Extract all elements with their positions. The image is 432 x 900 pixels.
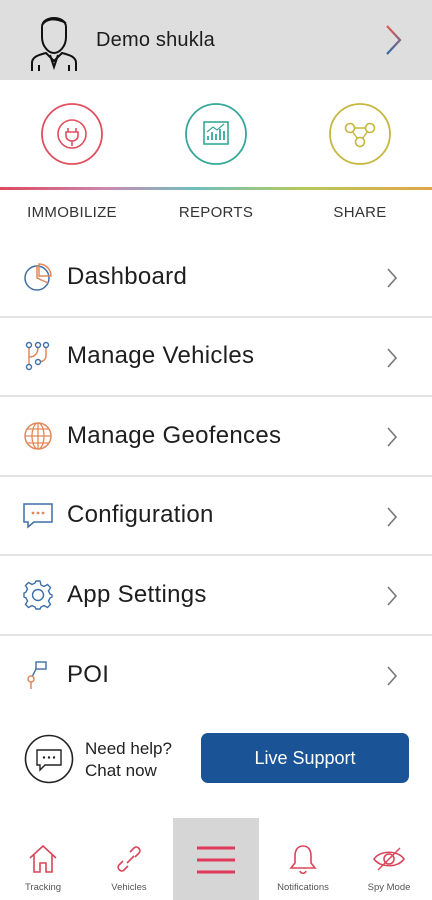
menu-item-dashboard[interactable]: Dashboard — [0, 238, 432, 318]
nav-menu[interactable] — [173, 818, 259, 900]
share-icon — [329, 103, 391, 165]
menu-item-app-settings[interactable]: App Settings — [0, 556, 432, 636]
reports-chart-icon — [185, 103, 247, 165]
immobilize-label: IMMOBILIZE — [27, 204, 117, 221]
main-menu: Dashboard Manage Vehicles Manage Geofenc… — [0, 238, 432, 715]
nav-notifications[interactable]: Notifications — [260, 818, 346, 900]
menu-item-poi[interactable]: POI — [0, 636, 432, 716]
globe-icon — [24, 422, 52, 450]
nav-label-vehicles: Vehicles — [111, 882, 147, 893]
menu-item-manage-geofences[interactable]: Manage Geofences — [0, 397, 432, 477]
help-line-2: Chat now — [85, 761, 157, 780]
eye-icon — [373, 847, 405, 871]
bell-icon — [289, 845, 317, 875]
menu-label-configuration: Configuration — [67, 501, 214, 529]
menu-label-dashboard: Dashboard — [67, 262, 188, 290]
chevron-right-icon — [387, 268, 398, 288]
user-avatar-icon — [31, 17, 77, 71]
chevron-right-icon — [387, 506, 398, 527]
chevron-right-icon — [387, 427, 398, 447]
nav-label-spy-mode: Spy Mode — [367, 882, 411, 893]
nav-label-tracking: Tracking — [24, 882, 62, 893]
immobilize-plug-icon — [41, 103, 103, 165]
bottom-nav: Tracking Vehicles Notifications Spy Mode — [0, 818, 432, 900]
link-icon — [117, 846, 141, 872]
gear-icon — [23, 580, 53, 610]
reports-button[interactable] — [144, 102, 288, 166]
live-support-button[interactable]: Live Support — [201, 733, 409, 783]
divider — [0, 187, 432, 190]
pie-chart-icon — [24, 262, 52, 291]
share-label: SHARE — [333, 204, 387, 221]
nav-spy-mode[interactable]: Spy Mode — [346, 818, 432, 900]
chevron-right-icon — [387, 665, 398, 686]
menu-label-poi: POI — [67, 661, 110, 689]
help-text[interactable]: Need help? Chat now — [85, 738, 172, 782]
menu-item-manage-vehicles[interactable]: Manage Vehicles — [0, 318, 432, 397]
menu-label-manage-geofences: Manage Geofences — [67, 421, 282, 449]
nav-label-notifications: Notifications — [277, 882, 329, 893]
menu-label-manage-vehicles: Manage Vehicles — [67, 342, 255, 370]
poi-pin-icon — [27, 661, 47, 690]
chat-bubble-icon — [23, 503, 53, 529]
menu-label-app-settings: App Settings — [67, 580, 207, 608]
chevron-right-icon — [387, 347, 398, 368]
chevron-right-icon[interactable] — [384, 24, 402, 56]
help-line-1: Need help? — [85, 739, 172, 758]
immobilize-button[interactable] — [0, 102, 144, 166]
chevron-right-icon — [387, 586, 398, 606]
menu-item-configuration[interactable]: Configuration — [0, 477, 432, 556]
hamburger-menu-icon — [197, 846, 235, 874]
share-button[interactable] — [288, 102, 432, 166]
help-section: Need help? Chat now Live Support — [0, 732, 432, 788]
chat-icon[interactable] — [24, 734, 74, 784]
home-icon — [29, 844, 57, 873]
branch-icon — [25, 342, 50, 371]
user-name: Demo shukla — [96, 28, 215, 51]
nav-tracking[interactable]: Tracking — [0, 818, 86, 900]
nav-vehicles[interactable]: Vehicles — [86, 818, 172, 900]
reports-label: REPORTS — [178, 204, 254, 221]
quick-actions: IMMOBILIZE REPORTS SHARE — [0, 80, 432, 230]
profile-header[interactable]: Demo shukla — [0, 0, 432, 80]
